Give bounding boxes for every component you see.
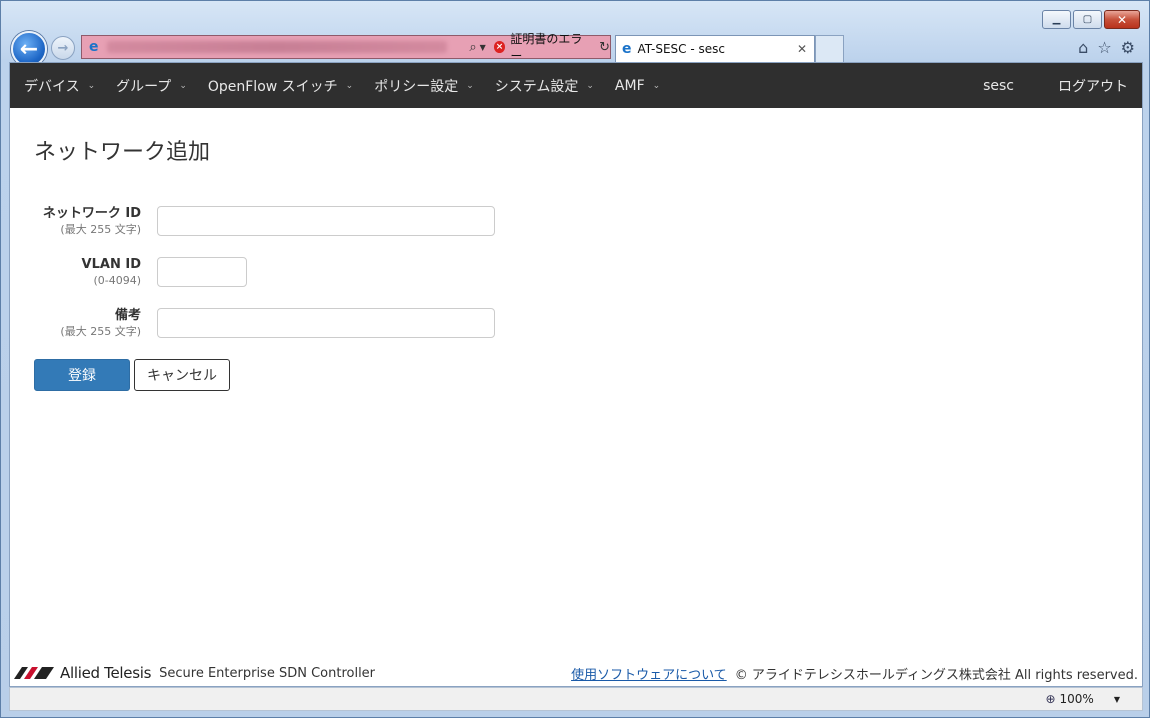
nav-label: ポリシー設定 (374, 78, 459, 95)
page-footer: Allied Telesis Secure Enterprise SDN Con… (10, 660, 1142, 686)
field-label-group: 備考 (最大 255 文字) (34, 308, 157, 340)
form-actions: 登録 キャンセル (34, 359, 1118, 391)
vlan-id-hint: (0-4094) (93, 274, 141, 287)
certificate-error-icon: × (493, 41, 506, 53)
main-content: ネットワーク追加 ネットワーク ID (最大 255 文字) VLAN ID (… (10, 108, 1142, 417)
new-tab-button[interactable] (815, 35, 844, 62)
status-bar: ⊕ 100% ▼ (9, 687, 1143, 711)
vlan-id-input[interactable] (157, 257, 247, 287)
zoom-dropdown-icon[interactable]: ▼ (1114, 695, 1120, 704)
search-icon[interactable]: ⌕ (469, 40, 476, 55)
top-navbar: デバイス ⌄ グループ ⌄ OpenFlow スイッチ ⌄ ポリシー設定 ⌄ シ… (10, 63, 1142, 108)
nav-label: グループ (116, 78, 172, 95)
refresh-icon[interactable]: ↻ (599, 40, 610, 55)
address-bar[interactable]: e ⌕ ▼ × 証明書のエラー ↻ (81, 32, 611, 63)
remarks-input[interactable] (157, 308, 495, 338)
nav-label: AMF (614, 77, 645, 94)
form-row-remarks: 備考 (最大 255 文字) (34, 308, 1118, 340)
ie-tab-icon: e (622, 41, 632, 57)
browser-window: ▁ ▢ ✕ ← → e ⌕ ▼ × 証明書のエラー ↻ e AT-SESC - … (0, 0, 1150, 718)
chevron-down-icon: ⌄ (466, 80, 474, 91)
cancel-button[interactable]: キャンセル (134, 359, 230, 391)
page-title: ネットワーク追加 (34, 140, 211, 165)
form-row-network-id: ネットワーク ID (最大 255 文字) (34, 206, 1118, 238)
page-viewport: デバイス ⌄ グループ ⌄ OpenFlow スイッチ ⌄ ポリシー設定 ⌄ シ… (9, 62, 1143, 687)
remarks-label: 備考 (114, 308, 141, 323)
copyright-text: © アライドテレシスホールディングス株式会社 All rights reserv… (734, 667, 1138, 683)
forward-arrow-icon[interactable]: → (51, 36, 75, 60)
nav-groups[interactable]: グループ ⌄ (116, 76, 187, 96)
minimize-icon[interactable]: ▁ (1042, 10, 1071, 29)
zoom-level[interactable]: 100% (1060, 692, 1094, 706)
tab-title: AT-SESC - sesc (637, 42, 725, 56)
nav-label: デバイス (24, 78, 80, 95)
zoom-icon[interactable]: ⊕ (1045, 692, 1055, 706)
browser-toolbar-icons: ⌂ ☆ ⚙ (1078, 38, 1135, 57)
tab-close-icon[interactable]: ✕ (797, 42, 807, 56)
chevron-down-icon: ⌄ (345, 80, 354, 91)
remarks-hint: (最大 255 文字) (60, 325, 141, 338)
ie-logo-icon: e (88, 39, 99, 55)
nav-amf[interactable]: AMF ⌄ (615, 78, 660, 94)
register-button[interactable]: 登録 (34, 359, 130, 391)
software-info-link[interactable]: 使用ソフトウェアについて (571, 664, 727, 683)
chevron-down-icon: ⌄ (87, 80, 96, 91)
favorites-star-icon[interactable]: ☆ (1097, 38, 1111, 57)
form-row-vlan-id: VLAN ID (0-4094) (34, 257, 1118, 289)
close-window-icon[interactable]: ✕ (1104, 10, 1140, 29)
maximize-icon[interactable]: ▢ (1073, 10, 1102, 29)
field-label-group: ネットワーク ID (最大 255 文字) (34, 206, 157, 238)
dropdown-arrow-icon[interactable]: ▼ (480, 43, 486, 52)
home-icon[interactable]: ⌂ (1078, 38, 1088, 57)
browser-tab[interactable]: e AT-SESC - sesc ✕ (615, 35, 815, 62)
chevron-down-icon: ⌄ (179, 80, 187, 91)
nav-openflow-switch[interactable]: OpenFlow スイッチ ⌄ (208, 76, 353, 96)
chevron-down-icon: ⌄ (652, 80, 661, 91)
gear-icon[interactable]: ⚙ (1121, 38, 1135, 57)
logout-link[interactable]: ログアウト (1058, 76, 1128, 96)
brand-name: Allied Telesis (60, 664, 152, 682)
nav-devices[interactable]: デバイス ⌄ (24, 76, 95, 96)
certificate-error-label[interactable]: 証明書のエラー (510, 30, 591, 64)
nav-label: システム設定 (494, 78, 579, 95)
chevron-down-icon: ⌄ (586, 80, 594, 91)
vlan-id-label: VLAN ID (81, 257, 141, 272)
nav-policy-settings[interactable]: ポリシー設定 ⌄ (374, 76, 474, 96)
product-name: Secure Enterprise SDN Controller (159, 665, 376, 681)
nav-label: OpenFlow スイッチ (207, 78, 338, 95)
field-label-group: VLAN ID (0-4094) (34, 257, 157, 289)
network-id-label: ネットワーク ID (42, 206, 141, 221)
network-id-input[interactable] (157, 206, 495, 236)
nav-system-settings[interactable]: システム設定 ⌄ (495, 76, 594, 96)
nav-user[interactable]: sesc (983, 78, 1014, 94)
window-controls: ▁ ▢ ✕ (1042, 10, 1140, 29)
network-id-hint: (最大 255 文字) (60, 223, 141, 236)
address-url-blurred[interactable] (107, 41, 448, 53)
allied-telesis-logo-icon (14, 667, 54, 679)
